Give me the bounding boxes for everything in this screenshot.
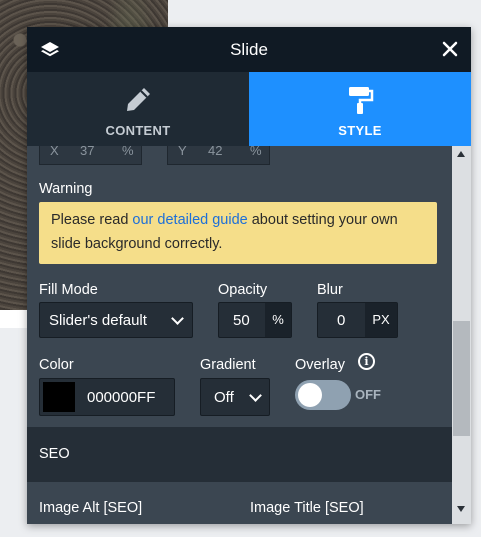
position-x-value: 37 [80,146,95,158]
opacity-unit: % [265,303,291,337]
tab-bar: CONTENT STYLE [27,72,471,146]
seo-section-header[interactable]: SEO [27,427,452,482]
gradient-label: Gradient [200,357,256,373]
blur-label: Blur [317,282,343,298]
color-label: Color [39,357,74,373]
position-y-field[interactable]: Y 42 % [167,146,270,165]
position-y-value: 42 [208,146,223,158]
fill-mode-select[interactable]: Slider's default [39,302,193,338]
chevron-down-icon [249,389,262,402]
position-x-field[interactable]: X 37 % [39,146,142,165]
warning-text-before: Please read [51,212,133,228]
fill-mode-value: Slider's default [49,312,147,329]
blur-unit: PX [365,303,397,337]
blur-input[interactable]: 0 PX [317,302,398,338]
opacity-value: 50 [233,312,250,329]
overlay-state: OFF [355,387,381,402]
opacity-input[interactable]: 50 % [218,302,292,338]
gradient-select[interactable]: Off [200,378,270,416]
tab-style-label: STYLE [338,123,382,138]
image-title-label: Image Title [SEO] [250,500,364,516]
overlay-label: Overlay [295,357,345,373]
opacity-label: Opacity [218,282,268,298]
pencil-icon [127,88,150,111]
style-settings-scroll-area: X 37 % Y 42 % Warning Please read our de… [27,146,452,524]
chevron-down-icon [171,312,184,325]
scroll-down-arrow[interactable] [457,506,465,512]
panel-title: Slide [230,40,268,59]
color-swatch[interactable] [43,382,75,412]
panel-header: Slide [27,27,471,72]
position-x-label: X [50,146,59,158]
blur-value: 0 [337,312,346,329]
tab-style[interactable]: STYLE [249,72,471,146]
warning-message: Please read our detailed guide about set… [39,202,437,264]
scrollbar-thumb[interactable] [453,321,470,436]
overlay-toggle[interactable] [295,380,351,410]
position-x-unit: % [122,146,134,158]
gradient-value: Off [214,389,234,406]
color-hex-value: 000000FF [87,389,156,406]
paint-roller-icon [349,87,374,114]
scrollbar[interactable] [452,146,471,524]
seo-section-label: SEO [39,446,70,462]
toggle-knob [298,383,322,407]
position-y-unit: % [250,146,262,158]
color-picker[interactable]: 000000FF [39,378,175,416]
info-icon[interactable]: i [358,353,375,370]
position-y-label: Y [178,146,187,158]
tab-content[interactable]: CONTENT [27,72,249,146]
fill-mode-label: Fill Mode [39,282,98,298]
close-icon[interactable] [441,40,459,58]
slide-settings-panel: Slide CONTENT STYLE X 37 % Y 42 % Warnin… [27,27,471,524]
scroll-up-arrow[interactable] [457,151,465,157]
warning-label: Warning [39,181,93,197]
detailed-guide-link[interactable]: our detailed guide [132,212,247,228]
image-alt-label: Image Alt [SEO] [39,500,143,516]
tab-content-label: CONTENT [105,123,171,138]
